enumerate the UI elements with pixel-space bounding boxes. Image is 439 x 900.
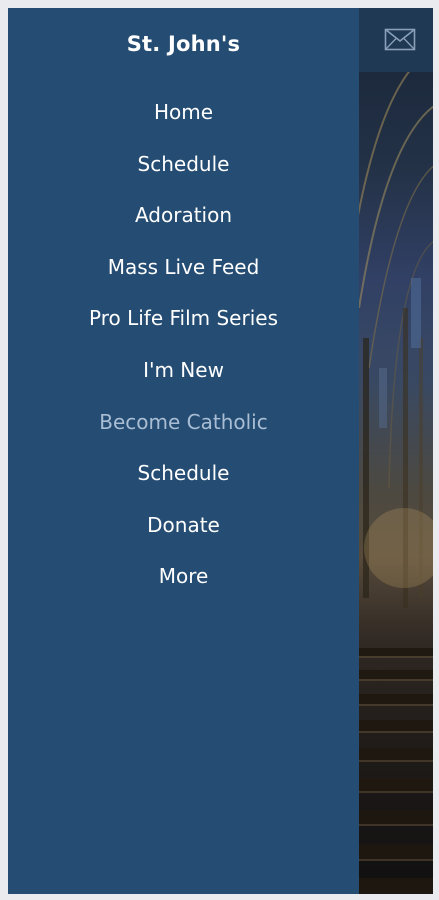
nav-item-home[interactable]: Home [8,87,359,139]
nav-menu: Home Schedule Adoration Mass Live Feed P… [8,87,359,603]
nav-item-mass-live-feed[interactable]: Mass Live Feed [8,242,359,294]
church-interior-art [359,49,433,894]
navigation-drawer: St. John's Home Schedule Adoration Mass … [8,8,359,894]
nav-item-become-catholic[interactable]: Become Catholic [8,397,359,449]
site-title[interactable]: St. John's [8,32,359,56]
nav-item-more[interactable]: More [8,551,359,603]
nav-item-schedule-2[interactable]: Schedule [8,448,359,500]
nav-item-adoration[interactable]: Adoration [8,190,359,242]
nav-item-im-new[interactable]: I'm New [8,345,359,397]
app-frame: St. John's Home Schedule Adoration Mass … [8,8,433,894]
nav-item-schedule[interactable]: Schedule [8,139,359,191]
envelope-icon[interactable] [384,27,416,53]
church-background-image [359,8,433,894]
nav-item-pro-life-film-series[interactable]: Pro Life Film Series [8,293,359,345]
nav-item-donate[interactable]: Donate [8,500,359,552]
